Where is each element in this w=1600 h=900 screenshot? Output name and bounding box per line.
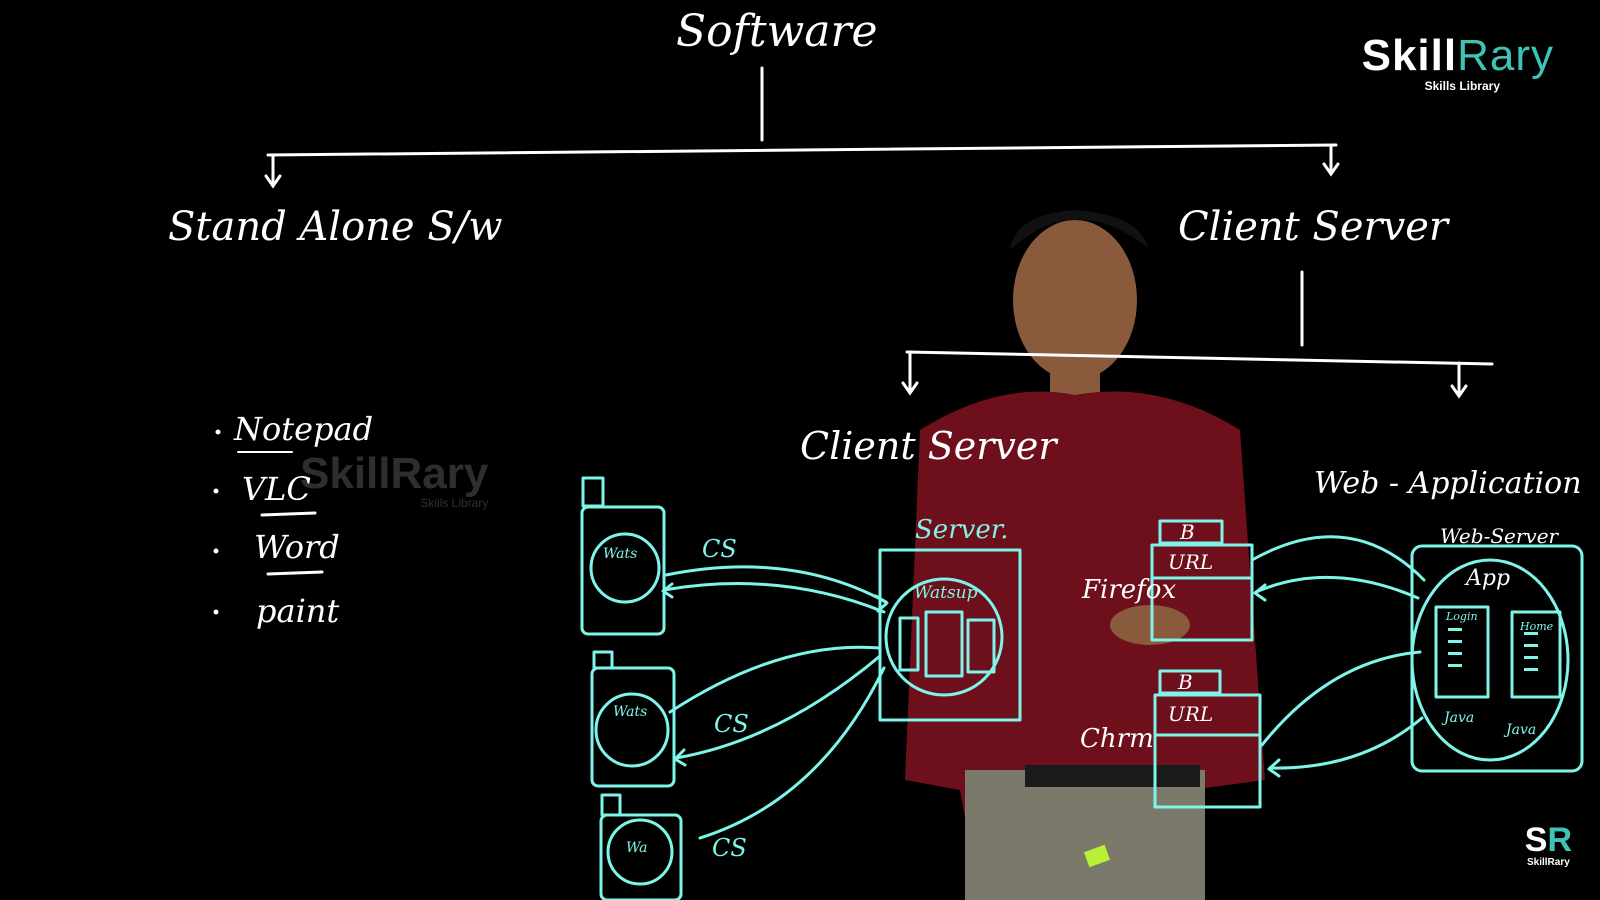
logo-tagline: Skills Library: [1424, 79, 1500, 93]
client-app-3: Wa: [626, 840, 648, 856]
page-label-login: Login: [1446, 610, 1478, 623]
watermark-rary: Rary: [390, 449, 489, 498]
watermark-skill: Skill: [300, 449, 391, 498]
server-label: Server.: [915, 515, 1009, 545]
sub-web-application: Web - Application: [1314, 466, 1582, 501]
example-notepad: Notepad: [234, 410, 374, 448]
watermark-logo: SkillRary Skills Library: [300, 449, 489, 511]
browser-tab-2: B: [1178, 670, 1193, 694]
corner-mark: SR SkillRary: [1525, 823, 1572, 868]
client-app-1: Wats: [603, 546, 638, 562]
branch-client-server: Client Server: [1178, 204, 1448, 250]
logo-rary: Rary: [1457, 31, 1554, 80]
browser-tab-1: B: [1180, 520, 1195, 544]
corner-mark-s: S: [1524, 821, 1548, 859]
example-word: Word: [254, 528, 340, 566]
client-tag-1: CS: [702, 535, 737, 563]
skillrary-logo: SkillRary Skills Library: [1361, 31, 1554, 94]
browser-label-chrome: Chrm: [1080, 724, 1154, 754]
webserver-app: App: [1466, 566, 1511, 591]
page-label-home: Home: [1520, 620, 1554, 633]
client-tag-2: CS: [714, 710, 749, 738]
watermark-tagline: Skills Library: [420, 496, 489, 510]
browser-label-firefox: Firefox: [1082, 575, 1177, 605]
bullets: [213, 429, 221, 615]
logo-skill: Skill: [1361, 31, 1458, 80]
server-app: Watsup: [914, 583, 978, 603]
page-tech-2: Java: [1506, 722, 1537, 738]
title-software: Software: [676, 6, 878, 57]
list-lines: [1448, 628, 1538, 671]
corner-name: SkillRary: [1526, 857, 1570, 868]
branch-standalone: Stand Alone S/w: [168, 204, 503, 250]
example-paint: paint: [256, 592, 340, 630]
client-tag-3: CS: [712, 834, 747, 862]
page-tech-1: Java: [1444, 710, 1475, 726]
browser-url-1: URL: [1168, 550, 1214, 574]
sub-client-server: Client Server: [800, 424, 1057, 468]
browser-url-2: URL: [1168, 702, 1214, 726]
webserver-label: Web-Server: [1440, 524, 1559, 548]
corner-mark-r: R: [1547, 821, 1572, 859]
client-app-2: Wats: [613, 704, 648, 720]
